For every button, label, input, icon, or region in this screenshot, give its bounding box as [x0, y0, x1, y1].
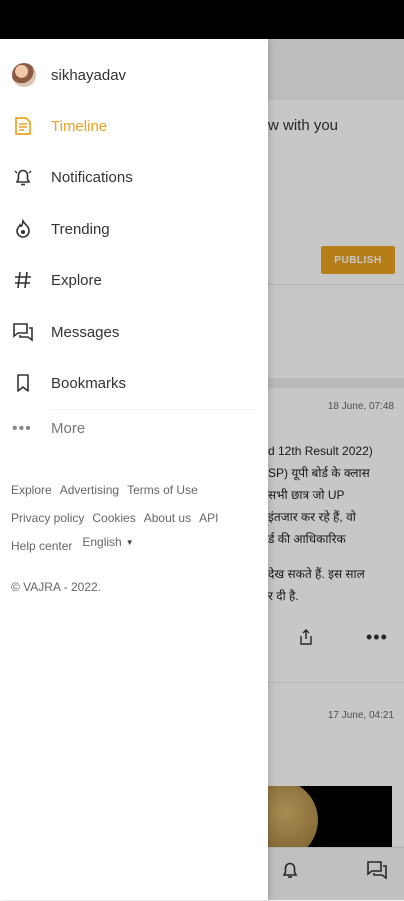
profile-row[interactable]: sikhayadav — [12, 63, 126, 87]
nav-label: Explore — [51, 271, 102, 289]
nav-item-trending[interactable]: Trending — [12, 209, 252, 249]
nav-item-notifications[interactable]: Notifications — [12, 157, 252, 197]
nav-item-messages[interactable]: Messages — [12, 312, 252, 352]
navigation-drawer: sikhayadav Timeline Notifications Trendi… — [0, 39, 268, 900]
bell-icon — [12, 166, 34, 188]
nav-label: Messages — [51, 323, 120, 341]
footer-link-about[interactable]: About us — [144, 511, 191, 525]
status-bar — [0, 0, 404, 39]
footer-link-advertising[interactable]: Advertising — [60, 483, 119, 497]
nav-label: Notifications — [51, 168, 133, 186]
nav-item-bookmarks[interactable]: Bookmarks — [12, 363, 252, 403]
timeline-icon — [12, 115, 34, 137]
language-select[interactable]: English ▼ — [82, 535, 133, 549]
divider — [50, 409, 256, 410]
language-value: English — [82, 535, 122, 549]
more-dots-icon: ••• — [12, 419, 32, 437]
nav-label: Bookmarks — [51, 374, 127, 392]
nav-item-timeline[interactable]: Timeline — [12, 106, 252, 146]
bookmark-icon — [12, 372, 34, 394]
copyright: © VAJRA - 2022. — [11, 580, 101, 594]
more-menu[interactable]: ••• More — [12, 420, 85, 437]
footer-links: Explore Advertising Terms of Use Privacy… — [11, 483, 261, 567]
hashtag-icon — [12, 269, 34, 291]
username[interactable]: sikhayadav — [51, 67, 126, 84]
caret-down-icon: ▼ — [125, 537, 134, 547]
messages-icon — [12, 321, 34, 343]
footer-link-explore[interactable]: Explore — [11, 483, 52, 497]
flame-icon — [12, 218, 34, 240]
footer-link-privacy[interactable]: Privacy policy — [11, 511, 84, 525]
nav-label: Timeline — [51, 117, 108, 135]
nav-label: Trending — [51, 220, 110, 238]
footer-link-help[interactable]: Help center — [11, 539, 72, 553]
footer-link-api[interactable]: API — [199, 511, 218, 525]
more-label: More — [51, 420, 86, 437]
footer-link-terms[interactable]: Terms of Use — [127, 483, 198, 497]
nav-item-explore[interactable]: Explore — [12, 260, 252, 300]
avatar[interactable] — [12, 63, 36, 87]
footer-link-cookies[interactable]: Cookies — [92, 511, 135, 525]
